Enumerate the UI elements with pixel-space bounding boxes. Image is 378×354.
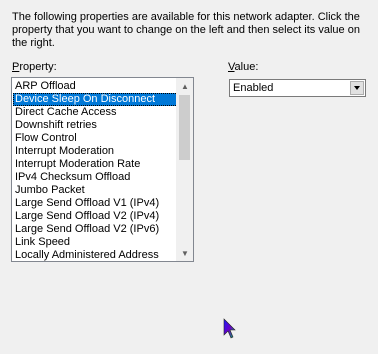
scroll-thumb[interactable] bbox=[179, 95, 190, 160]
mouse-cursor-icon bbox=[223, 318, 236, 339]
value-dropdown-selected: Enabled bbox=[233, 82, 274, 94]
list-item[interactable]: Locally Administered Address bbox=[13, 249, 178, 261]
list-item[interactable]: Downshift retries bbox=[13, 119, 178, 132]
list-item[interactable]: Flow Control bbox=[13, 132, 178, 145]
list-item[interactable]: Device Sleep On Disconnect bbox=[13, 93, 178, 106]
property-list-scrollbar[interactable]: ▲ ▼ bbox=[176, 78, 193, 261]
list-item[interactable]: Jumbo Packet bbox=[13, 184, 178, 197]
dropdown-arrow-icon bbox=[354, 86, 360, 90]
property-label: Property: bbox=[12, 61, 57, 73]
property-listbox[interactable]: ARP Offload Device Sleep On Disconnect Dir… bbox=[11, 77, 194, 262]
list-item[interactable]: IPv4 Checksum Offload bbox=[13, 171, 178, 184]
list-item[interactable]: Large Send Offload V2 (IPv6) bbox=[13, 223, 178, 236]
list-item[interactable]: Direct Cache Access bbox=[13, 106, 178, 119]
scroll-up-button[interactable]: ▲ bbox=[177, 78, 193, 94]
value-dropdown-button[interactable] bbox=[350, 81, 364, 95]
scroll-down-button[interactable]: ▼ bbox=[177, 245, 193, 261]
list-item[interactable]: Interrupt Moderation Rate bbox=[13, 158, 178, 171]
property-list: ARP Offload Device Sleep On Disconnect Dir… bbox=[13, 80, 178, 261]
description-text: The following properties are available f… bbox=[12, 11, 360, 49]
chevron-up-icon: ▲ bbox=[181, 81, 189, 91]
value-dropdown[interactable]: Enabled bbox=[229, 79, 366, 97]
list-item[interactable]: ARP Offload bbox=[13, 80, 178, 93]
list-item[interactable]: Large Send Offload V1 (IPv4) bbox=[13, 197, 178, 210]
list-item[interactable]: Link Speed bbox=[13, 236, 178, 249]
list-item[interactable]: Interrupt Moderation bbox=[13, 145, 178, 158]
list-item[interactable]: Large Send Offload V2 (IPv4) bbox=[13, 210, 178, 223]
chevron-down-icon: ▼ bbox=[181, 248, 189, 258]
value-label: Value: bbox=[228, 61, 259, 73]
